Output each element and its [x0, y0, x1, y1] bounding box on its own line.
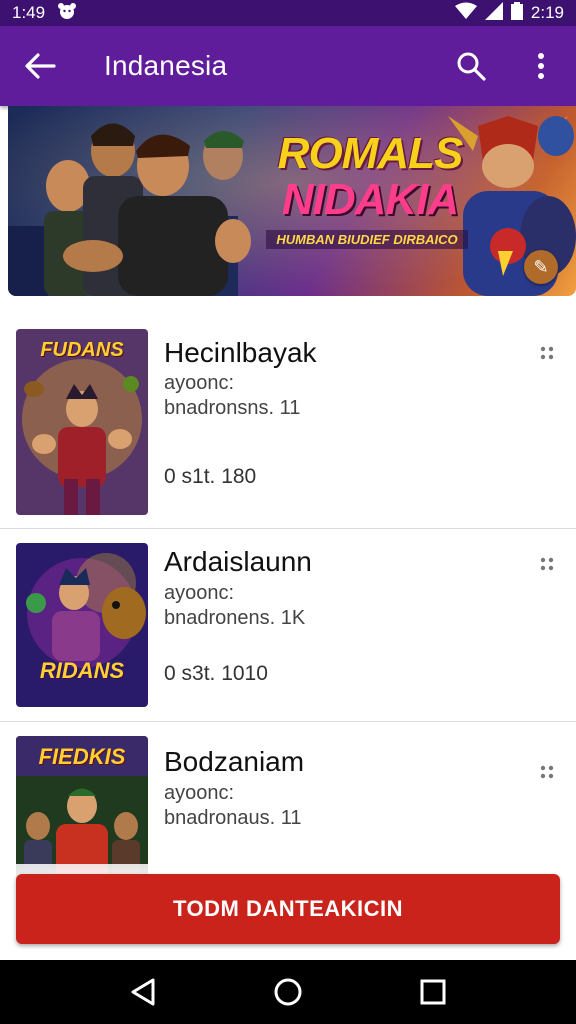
notification-icon	[57, 2, 77, 25]
wifi-icon	[454, 2, 477, 25]
item-thumbnail: RIDANS	[16, 543, 148, 707]
system-nav-bar	[0, 960, 576, 1024]
thumbnail-label: FIEDKIS	[38, 744, 126, 769]
back-arrow-icon	[25, 53, 56, 79]
item-more-button[interactable]	[534, 759, 560, 785]
banner-title-line1: ROMALS	[277, 129, 464, 178]
banner-subtitle: HUMBAN BIUDIEF DIRBAICO	[266, 230, 468, 249]
item-subtitle: ayoonc:	[164, 372, 235, 394]
primary-cta-button[interactable]: TODM DANTEAKICIN	[16, 874, 560, 944]
nav-home-icon	[274, 978, 302, 1006]
status-time-left: 1:49	[12, 3, 46, 22]
list-item[interactable]: FUDANS Hecinlbayak ayoonc: bnadronsns. 1…	[0, 312, 576, 529]
list-item[interactable]: FIEDKIS Bodzaniam ayoonc: bnadronaus. 11	[0, 722, 576, 882]
item-title: Bodzaniam	[164, 746, 305, 777]
item-thumbnail: FIEDKIS	[16, 736, 148, 882]
item-subtitle-secondary: bnadronsns. 11	[164, 397, 301, 419]
list-item[interactable]: RIDANS Ardaislaunn ayoonc: bnadronens. 1…	[0, 529, 576, 722]
more-vert-icon	[538, 53, 544, 79]
signal-icon	[484, 1, 503, 25]
status-time-right: 2:19	[530, 3, 564, 22]
thumbnail-label: FUDANS	[40, 339, 124, 361]
item-subtitle: ayoonc:	[164, 782, 235, 804]
nav-recents-icon	[420, 979, 446, 1005]
status-bar: 1:49 2:19	[0, 0, 576, 26]
nav-back-icon	[131, 978, 155, 1006]
item-meta: 0 s3t. 1010	[164, 662, 268, 685]
item-more-button[interactable]	[534, 340, 560, 366]
back-button[interactable]	[0, 26, 80, 106]
search-icon	[457, 52, 486, 81]
item-subtitle-secondary: bnadronaus. 11	[164, 807, 302, 829]
item-title: Hecinlbayak	[164, 337, 317, 368]
game-list: FUDANS Hecinlbayak ayoonc: bnadronsns. 1…	[0, 312, 576, 882]
drag-handle-icon	[540, 557, 554, 571]
nav-home-button[interactable]	[258, 962, 318, 1022]
featured-banner[interactable]: ROMALS NIDAKIA HUMBAN BIUDIEF DIRBAICO ✎	[8, 106, 576, 296]
search-button[interactable]	[436, 26, 506, 106]
nav-recents-button[interactable]	[403, 962, 463, 1022]
thumbnail-label: RIDANS	[39, 658, 125, 683]
item-more-button[interactable]	[534, 551, 560, 577]
screen: 1:49 2:19 Indanesia ROMALS NIDAKIA HUMBA…	[0, 0, 576, 1024]
drag-handle-icon	[540, 346, 554, 360]
item-subtitle: ayoonc:	[164, 582, 235, 604]
edit-pencil-icon: ✎	[533, 256, 549, 277]
drag-handle-icon	[540, 765, 554, 779]
page-title: Indanesia	[104, 50, 228, 81]
item-title: Ardaislaunn	[164, 546, 312, 577]
banner-edit-badge[interactable]: ✎	[524, 250, 558, 284]
banner-title: ROMALS NIDAKIA	[270, 132, 470, 222]
more-options-button[interactable]	[506, 26, 576, 106]
item-thumbnail: FUDANS	[16, 329, 148, 515]
cta-container: TODM DANTEAKICIN	[0, 864, 576, 960]
battery-icon	[510, 1, 523, 25]
item-meta: 0 s1t. 180	[164, 465, 257, 488]
app-bar: Indanesia	[0, 26, 576, 106]
nav-back-button[interactable]	[113, 962, 173, 1022]
banner-title-line2: NIDAKIA	[281, 175, 459, 224]
item-subtitle-secondary: bnadronens. 1K	[164, 607, 306, 629]
